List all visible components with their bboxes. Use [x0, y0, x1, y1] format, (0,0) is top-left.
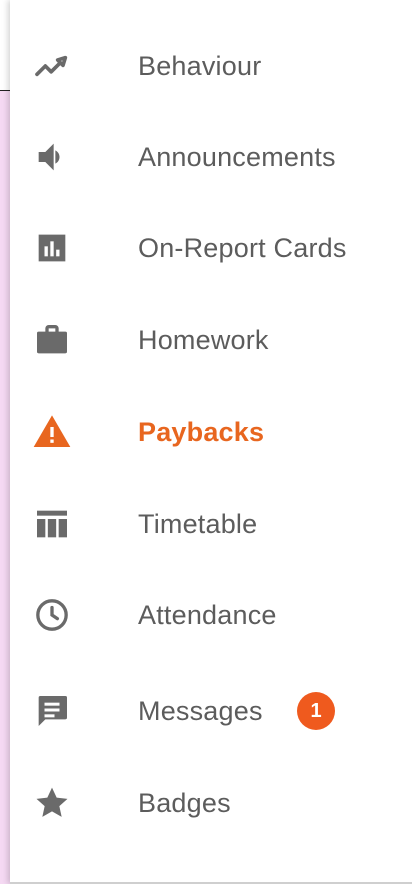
speaker-icon: [30, 135, 74, 179]
menu-item-attendance[interactable]: Attendance: [10, 585, 412, 645]
menu-item-paybacks[interactable]: Paybacks: [10, 402, 412, 462]
side-navigation-menu: Behaviour Announcements On-Report Cards …: [10, 0, 412, 884]
menu-item-report-cards[interactable]: On-Report Cards: [10, 218, 412, 278]
menu-item-behaviour[interactable]: Behaviour: [10, 36, 412, 96]
menu-item-label: Behaviour: [138, 50, 262, 81]
briefcase-icon: [30, 318, 74, 362]
menu-item-label: Paybacks: [138, 416, 265, 447]
menu-item-announcements[interactable]: Announcements: [10, 127, 412, 187]
menu-item-label: Messages: [138, 695, 263, 726]
clock-icon: [30, 593, 74, 637]
menu-item-label: Badges: [138, 787, 231, 818]
unread-count-badge: 1: [297, 692, 335, 730]
star-icon: [30, 781, 74, 825]
menu-item-badges[interactable]: Badges: [10, 773, 412, 833]
message-icon: [30, 689, 74, 733]
menu-item-label: Homework: [138, 324, 269, 355]
warning-icon: [30, 410, 74, 454]
menu-item-label: Timetable: [138, 508, 258, 539]
menu-item-label: Announcements: [138, 141, 336, 172]
trending-line-icon: [30, 44, 74, 88]
menu-item-label: Attendance: [138, 599, 277, 630]
menu-item-messages[interactable]: Messages 1: [10, 681, 412, 741]
table-icon: [30, 502, 74, 546]
bar-chart-icon: [30, 226, 74, 270]
menu-item-timetable[interactable]: Timetable: [10, 494, 412, 554]
menu-item-homework[interactable]: Homework: [10, 310, 412, 370]
menu-item-label: On-Report Cards: [138, 232, 347, 263]
